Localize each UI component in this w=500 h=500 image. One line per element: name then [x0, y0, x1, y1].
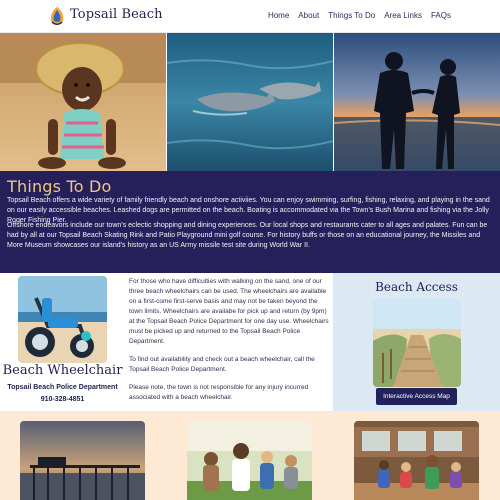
- interactive-access-map-button[interactable]: Interactive Access Map: [376, 388, 457, 405]
- main-nav: Home About Things To Do Area Links FAQs: [268, 11, 451, 20]
- hero-photo-strip: [0, 33, 500, 171]
- brand-name[interactable]: Topsail Beach: [70, 7, 163, 22]
- beach-wheelchair-photo: [18, 276, 107, 363]
- nav-area-links[interactable]: Area Links: [384, 11, 422, 20]
- fishing-pier-photo: [20, 421, 145, 500]
- nav-about[interactable]: About: [298, 11, 319, 20]
- things-to-do-title: Things To Do: [7, 177, 112, 196]
- dolphins-photo: [167, 33, 333, 171]
- beach-boardwalk-photo: [373, 299, 461, 387]
- beach-wheelchair-title: Beach Wheelchair: [2, 363, 123, 378]
- nav-home[interactable]: Home: [268, 11, 289, 20]
- mini-golf-family-photo: [187, 421, 312, 500]
- police-phone-number[interactable]: 910-328-4851: [0, 396, 125, 403]
- wheelchair-paragraph-3: Please note, the town is not responsible…: [129, 384, 309, 401]
- wheelchair-paragraph-2: To find out availability and check out a…: [129, 356, 315, 373]
- things-to-do-section: Things To Do Topsail Beach offers a wide…: [0, 171, 500, 273]
- activity-photo-row: [0, 411, 500, 500]
- beach-access-panel: Beach Access Interactive Access Map: [333, 273, 500, 411]
- nav-faqs[interactable]: FAQs: [431, 11, 451, 20]
- couple-at-sunset-photo: [334, 33, 500, 171]
- shell-logo-icon[interactable]: [48, 6, 66, 26]
- skating-rink-kids-photo: [354, 421, 479, 500]
- nav-things-to-do[interactable]: Things To Do: [328, 11, 375, 20]
- wheelchair-info: For those who have difficulties with wal…: [129, 277, 329, 411]
- site-header: Topsail Beach Home About Things To Do Ar…: [0, 0, 500, 33]
- police-department-name: Topsail Beach Police Department: [7, 384, 118, 391]
- wheelchair-paragraph-1: For those who have difficulties with wal…: [129, 278, 329, 345]
- beach-access-title: Beach Access: [375, 280, 458, 294]
- child-in-sun-hat-photo: [0, 33, 166, 171]
- things-to-do-paragraph-2: Offshore endeavors include our town’s ec…: [7, 222, 488, 249]
- wheelchair-card: Beach Wheelchair Topsail Beach Police De…: [0, 273, 125, 411]
